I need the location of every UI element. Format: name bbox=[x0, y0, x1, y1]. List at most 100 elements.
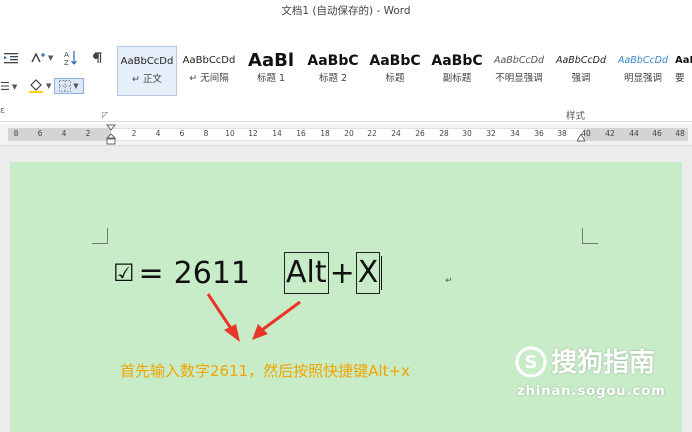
style-intense-emphasis[interactable]: AaBbCcDd 明显强调 bbox=[613, 46, 673, 96]
ruler-tick: 10 bbox=[225, 129, 235, 138]
style-sample: AaBl bbox=[248, 50, 294, 71]
ruler-tick: 20 bbox=[344, 129, 354, 138]
title-bar: 文档1 (自动保存的) - Word bbox=[0, 0, 692, 30]
ruler-tick: 32 bbox=[486, 129, 496, 138]
style-sample: AaBbC bbox=[307, 53, 359, 69]
style-label: 明显强调 bbox=[623, 73, 662, 84]
indent-marker-icon[interactable] bbox=[106, 124, 116, 146]
key-alt: Alt bbox=[284, 252, 329, 294]
ruler-tick: 48 bbox=[675, 129, 685, 138]
sort-icon: A Z bbox=[64, 51, 77, 66]
show-marks-button[interactable] bbox=[92, 52, 102, 64]
checkbox-symbol: ☑ bbox=[113, 259, 135, 287]
ruler-tick: 2 bbox=[131, 129, 137, 138]
ruler-tick: 4 bbox=[61, 129, 67, 138]
ruler-tick: 16 bbox=[296, 129, 306, 138]
style-label: ↵ 无间隔 bbox=[189, 73, 229, 84]
style-subtitle[interactable]: AaBbC 副标题 bbox=[427, 46, 487, 96]
paragraph-dialog-launcher[interactable]: ◸ bbox=[102, 110, 108, 119]
group-edge-mark: ε bbox=[0, 106, 5, 116]
style-no-spacing[interactable]: AaBbCcDd ↵ 无间隔 bbox=[179, 46, 239, 96]
ruler-tick: 8 bbox=[203, 129, 209, 138]
ruler-tick: 46 bbox=[652, 129, 662, 138]
ruler-tick: 6 bbox=[37, 129, 43, 138]
ruler-tick: 22 bbox=[367, 129, 377, 138]
style-strong[interactable]: AaBl 要 bbox=[675, 46, 692, 96]
style-sample: AaBbC bbox=[431, 53, 483, 69]
ruler-tick: 34 bbox=[510, 129, 520, 138]
style-label: 要 bbox=[675, 73, 685, 84]
style-title[interactable]: AaBbC 标题 bbox=[365, 46, 425, 96]
ruler-tick: 36 bbox=[534, 129, 544, 138]
ruler-tick: 44 bbox=[629, 129, 639, 138]
ruler-tick: 26 bbox=[415, 129, 425, 138]
instruction-caption: 首先输入数字2611，然后按照快捷键Alt+x bbox=[120, 362, 410, 380]
ruler-tick: 42 bbox=[605, 129, 615, 138]
chevron-down-icon: ▼ bbox=[73, 82, 79, 90]
style-sample: AaBbCcDd bbox=[555, 55, 607, 66]
style-emphasis[interactable]: AaBbCcDd 强调 bbox=[551, 46, 611, 96]
chevron-down-icon: ▼ bbox=[46, 82, 52, 90]
chevron-down-icon: ▼ bbox=[48, 54, 54, 62]
svg-text:Z: Z bbox=[64, 59, 69, 66]
style-label: 强调 bbox=[571, 73, 591, 84]
chevron-down-icon: ▼ bbox=[11, 82, 18, 91]
style-sample: AaBbCcDd bbox=[493, 55, 545, 66]
sort-button[interactable]: A Z bbox=[64, 50, 78, 66]
line-spacing-button[interactable]: ☰ ▼ bbox=[0, 80, 17, 93]
red-arrows-annotation bbox=[206, 293, 301, 342]
increase-indent-icon bbox=[4, 53, 18, 64]
paragraph-mark: ↵ bbox=[445, 276, 453, 286]
style-heading-1[interactable]: AaBl 标题 1 bbox=[241, 46, 301, 96]
ribbon: ▼ A Z ☰ ▼ ▼ ▼ ε ◸ AaBbCcDd ↵ 正文 AaBbCcDd… bbox=[0, 30, 692, 122]
window-title: 文档1 (自动保存的) - Word bbox=[281, 5, 411, 17]
chinese-layout-icon bbox=[31, 52, 45, 63]
style-sample: AaBbCcDd bbox=[182, 55, 236, 66]
ruler-tick: 2 bbox=[85, 129, 91, 138]
style-sample: AaBbCcDd bbox=[617, 55, 669, 66]
style-label: 标题 bbox=[385, 73, 405, 84]
ruler-tick: 6 bbox=[179, 129, 185, 138]
svg-text:S: S bbox=[525, 352, 538, 373]
paint-bucket-icon bbox=[29, 79, 43, 93]
ruler-tick: 8 bbox=[13, 129, 19, 138]
style-heading-2[interactable]: AaBbC 标题 2 bbox=[303, 46, 363, 96]
chinese-layout-button[interactable]: ▼ bbox=[30, 52, 53, 64]
styles-group-label: 样式 bbox=[566, 111, 586, 122]
ruler-tick: 18 bbox=[320, 129, 330, 138]
svg-text:A: A bbox=[64, 51, 69, 59]
sogou-logo-icon: S bbox=[515, 346, 547, 378]
ruler-tick: 24 bbox=[391, 129, 401, 138]
equals-sign: = bbox=[138, 255, 164, 291]
word-window: 文档1 (自动保存的) - Word ▼ A Z ☰ ▼ ▼ ▼ ε ◸ AaB… bbox=[0, 0, 692, 432]
ruler-tick: 38 bbox=[557, 129, 567, 138]
shading-button[interactable]: ▼ bbox=[28, 79, 51, 93]
unicode-code: 2611 bbox=[173, 255, 251, 291]
style-label: 标题 2 bbox=[318, 73, 348, 84]
key-x: X bbox=[355, 252, 381, 294]
ruler-tick: 14 bbox=[272, 129, 282, 138]
ruler-tick: 4 bbox=[155, 129, 161, 138]
style-sample: AaBbCcDd bbox=[120, 56, 174, 67]
style-label: 不明显强调 bbox=[495, 73, 543, 84]
ruler-tick: 28 bbox=[439, 129, 449, 138]
right-indent-marker-icon[interactable] bbox=[577, 134, 585, 142]
style-label: ↵ 正文 bbox=[132, 74, 162, 85]
watermark-text: 搜狗指南 bbox=[551, 348, 656, 378]
watermark-url: zhinan.sogou.com bbox=[517, 384, 666, 399]
style-sample: AaBl bbox=[675, 55, 692, 66]
crop-mark-top-right bbox=[582, 228, 598, 244]
line-spacing-icon: ☰ bbox=[0, 80, 10, 93]
text-cursor bbox=[381, 256, 383, 290]
style-normal[interactable]: AaBbCcDd ↵ 正文 bbox=[117, 46, 177, 96]
horizontal-ruler[interactable]: 8 6 4 2 2 4 6 8 10 12 14 16 18 20 22 24 … bbox=[0, 124, 692, 146]
style-label: 标题 1 bbox=[256, 73, 286, 84]
pilcrow-icon bbox=[93, 52, 102, 63]
increase-indent-button[interactable] bbox=[4, 52, 18, 64]
borders-icon bbox=[59, 80, 72, 92]
crop-mark-top-left bbox=[92, 228, 108, 244]
styles-gallery: AaBbCcDd ↵ 正文 AaBbCcDd ↵ 无间隔 AaBl 标题 1 A… bbox=[115, 46, 692, 98]
ruler-tick: 12 bbox=[248, 129, 258, 138]
style-subtle-emphasis[interactable]: AaBbCcDd 不明显强调 bbox=[489, 46, 549, 96]
borders-button[interactable]: ▼ bbox=[54, 78, 84, 94]
